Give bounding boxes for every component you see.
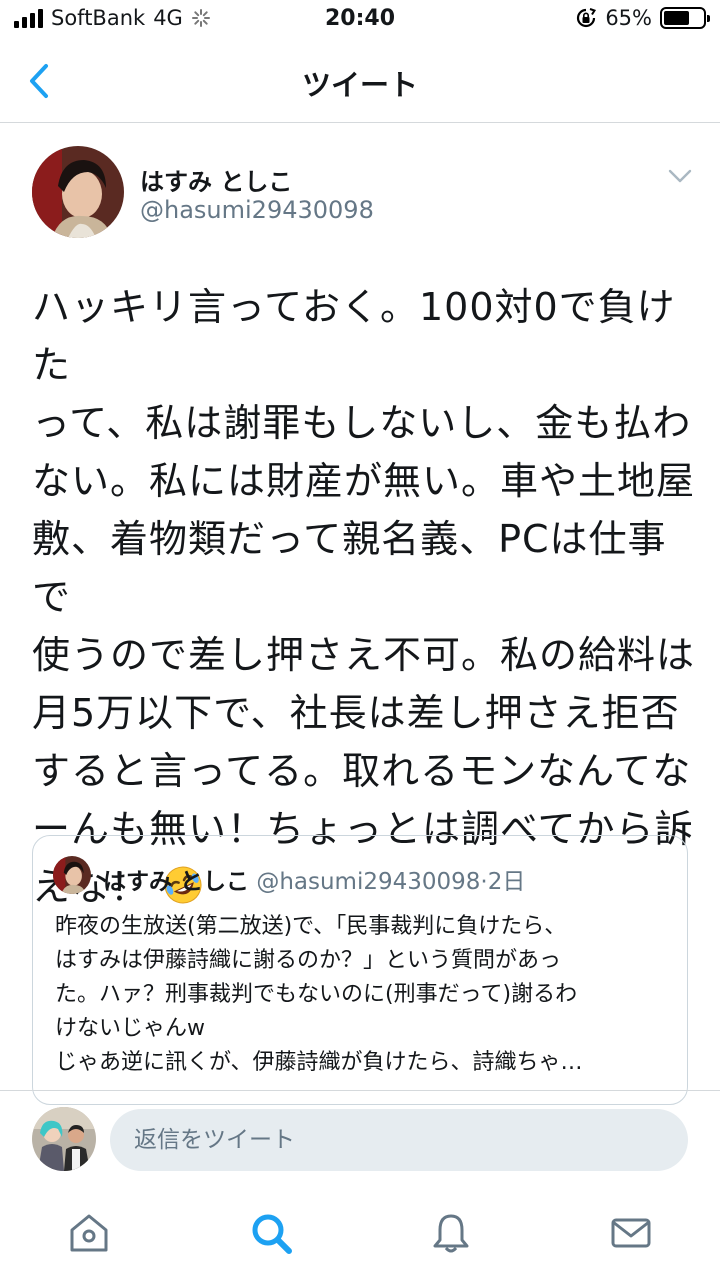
tweet-text: ハッキリ言っておく。100対0で負けた って、私は謝罪もしないし、金も払わ ない… [32,278,696,916]
reply-input[interactable] [110,1109,688,1171]
chevron-down-icon[interactable] [666,166,694,186]
author-avatar[interactable] [32,146,124,238]
search-icon[interactable] [248,1210,294,1256]
quoted-author-avatar [53,856,91,894]
notifications-icon[interactable] [428,1210,474,1256]
quoted-author-name: はすみ としこ [103,869,250,895]
quoted-tweet-time: 2日 [487,869,526,895]
author-handle[interactable]: @hasumi29430098 [140,196,374,224]
tweet-body: ハッキリ言っておく。100対0で負けた って、私は謝罪もしないし、金も払わ ない… [32,285,696,909]
nav-bar: ツイート [0,40,720,123]
messages-icon[interactable] [608,1210,654,1256]
separator-dot: · [480,869,488,895]
battery-icon [660,7,710,29]
current-user-avatar[interactable] [32,1107,96,1171]
quoted-tweet-header: はすみ としこ @hasumi29430098·2日 [103,862,525,896]
page-title: ツイート [301,68,418,102]
quoted-author-handle: @hasumi29430098 [256,869,481,895]
orientation-lock-icon [577,8,597,28]
reply-bar [0,1090,720,1191]
author-name[interactable]: はすみ としこ [140,162,292,197]
status-bar: SoftBank 4G 20:40 65% [0,0,720,40]
quoted-tweet-card[interactable]: はすみ としこ @hasumi29430098·2日 昨夜の生放送(第二放送)で… [32,835,688,1105]
quoted-tweet-text: 昨夜の生放送(第二放送)で、「民事裁判に負けたら、 はすみは伊藤詩織に謝るのか？… [55,914,583,1075]
home-icon[interactable] [66,1210,112,1256]
tab-bar [0,1190,720,1280]
battery-percent: 65% [605,6,652,30]
